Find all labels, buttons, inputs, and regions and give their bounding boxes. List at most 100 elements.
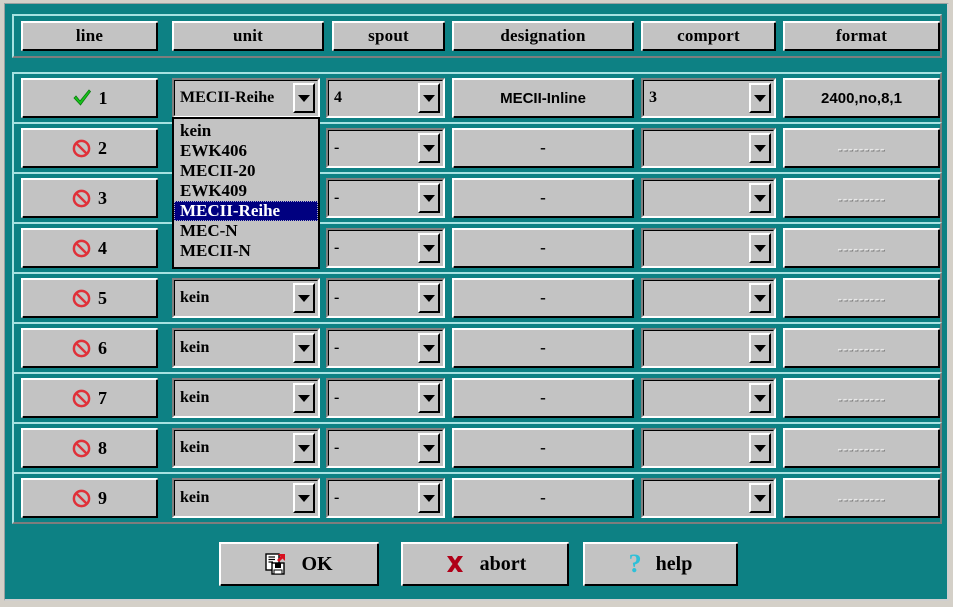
chevron-down-icon[interactable] — [293, 83, 315, 113]
designation-field-9[interactable]: - — [452, 478, 634, 518]
unit-dropdown-option[interactable]: MECII-Reihe — [174, 201, 318, 221]
format-field-4[interactable]: --------- — [783, 228, 940, 268]
spout-combo-9[interactable]: - — [326, 478, 445, 518]
designation-field-3[interactable]: - — [452, 178, 634, 218]
chevron-down-icon[interactable] — [418, 433, 440, 463]
chevron-down-icon[interactable] — [749, 233, 771, 263]
column-header-designation[interactable]: designation — [452, 21, 634, 51]
question-mark-icon: ? — [628, 549, 642, 578]
comport-combo-1[interactable]: 3 — [641, 78, 776, 118]
comport-combo-3[interactable] — [641, 178, 776, 218]
designation-field-7[interactable]: - — [452, 378, 634, 418]
chevron-down-icon[interactable] — [749, 433, 771, 463]
spout-combo-3[interactable]: - — [326, 178, 445, 218]
designation-field-1[interactable]: MECII-Inline — [452, 78, 634, 118]
format-value: --------- — [837, 190, 886, 206]
comport-combo-5[interactable] — [641, 278, 776, 318]
row-line-number: 1 — [98, 87, 108, 108]
chevron-down-icon[interactable] — [418, 483, 440, 513]
designation-value: - — [540, 338, 546, 357]
unit-combo-6[interactable]: kein — [172, 328, 320, 368]
column-header-format[interactable]: format — [783, 21, 940, 51]
chevron-down-icon[interactable] — [418, 383, 440, 413]
comport-combo-9[interactable] — [641, 478, 776, 518]
designation-field-4[interactable]: - — [452, 228, 634, 268]
format-field-3[interactable]: --------- — [783, 178, 940, 218]
unit-dropdown-option[interactable]: kein — [174, 121, 318, 141]
chevron-down-icon[interactable] — [418, 333, 440, 363]
chevron-down-icon[interactable] — [293, 483, 315, 513]
chevron-down-icon[interactable] — [418, 83, 440, 113]
unit-combo-5[interactable]: kein — [172, 278, 320, 318]
spout-combo-5[interactable]: - — [326, 278, 445, 318]
row-status-button-9[interactable]: 9 — [21, 478, 158, 518]
chevron-down-icon[interactable] — [749, 183, 771, 213]
chevron-down-icon[interactable] — [749, 83, 771, 113]
unit-combo-8[interactable]: kein — [172, 428, 320, 468]
unit-dropdown-option[interactable]: EWK406 — [174, 141, 318, 161]
designation-field-5[interactable]: - — [452, 278, 634, 318]
unit-combo-9[interactable]: kein — [172, 478, 320, 518]
designation-field-2[interactable]: - — [452, 128, 634, 168]
help-button[interactable]: ? help — [583, 542, 738, 586]
chevron-down-icon[interactable] — [293, 283, 315, 313]
unit-combo-value: kein — [180, 389, 210, 406]
spout-combo-4[interactable]: - — [326, 228, 445, 268]
chevron-down-icon[interactable] — [749, 283, 771, 313]
unit-combo-1[interactable]: MECII-Reihe — [172, 78, 320, 118]
chevron-down-icon[interactable] — [749, 483, 771, 513]
column-header-spout[interactable]: spout — [332, 21, 445, 51]
unit-dropdown-option[interactable]: MECII-N — [174, 241, 318, 261]
chevron-down-icon[interactable] — [418, 183, 440, 213]
unit-dropdown-option[interactable]: EWK409 — [174, 181, 318, 201]
spout-combo-1[interactable]: 4 — [326, 78, 445, 118]
format-field-1[interactable]: 2400,no,8,1 — [783, 78, 940, 118]
row-status-button-8[interactable]: 8 — [21, 428, 158, 468]
chevron-down-icon[interactable] — [749, 383, 771, 413]
row-status-button-3[interactable]: 3 — [21, 178, 158, 218]
designation-field-8[interactable]: - — [452, 428, 634, 468]
column-header-comport-label: comport — [677, 26, 740, 45]
spout-combo-2[interactable]: - — [326, 128, 445, 168]
designation-field-6[interactable]: - — [452, 328, 634, 368]
chevron-down-icon[interactable] — [418, 233, 440, 263]
unit-dropdown-option[interactable]: MEC-N — [174, 221, 318, 241]
column-header-line[interactable]: line — [21, 21, 158, 51]
comport-combo-6[interactable] — [641, 328, 776, 368]
row-status-button-1[interactable]: 1 — [21, 78, 158, 118]
chevron-down-icon[interactable] — [749, 133, 771, 163]
spout-combo-value: - — [334, 189, 340, 206]
comport-combo-4[interactable] — [641, 228, 776, 268]
abort-button[interactable]: abort — [401, 542, 569, 586]
row-status-button-5[interactable]: 5 — [21, 278, 158, 318]
format-field-9[interactable]: --------- — [783, 478, 940, 518]
spout-combo-6[interactable]: - — [326, 328, 445, 368]
unit-combo-7[interactable]: kein — [172, 378, 320, 418]
row-status-button-4[interactable]: 4 — [21, 228, 158, 268]
unit-dropdown-list[interactable]: kein EWK406 MECII-20 EWK409 MECII-Reihe MEC-N… — [172, 117, 320, 269]
chevron-down-icon[interactable] — [293, 433, 315, 463]
column-header-comport[interactable]: comport — [641, 21, 776, 51]
spout-combo-8[interactable]: - — [326, 428, 445, 468]
chevron-down-icon[interactable] — [293, 383, 315, 413]
ok-button[interactable]: OK — [219, 542, 379, 586]
unit-dropdown-option[interactable]: MECII-20 — [174, 161, 318, 181]
chevron-down-icon[interactable] — [418, 133, 440, 163]
format-field-6[interactable]: --------- — [783, 328, 940, 368]
column-header-unit[interactable]: unit — [172, 21, 324, 51]
spout-combo-7[interactable]: - — [326, 378, 445, 418]
format-field-7[interactable]: --------- — [783, 378, 940, 418]
comport-combo-8[interactable] — [641, 428, 776, 468]
comport-combo-2[interactable] — [641, 128, 776, 168]
chevron-down-icon[interactable] — [293, 333, 315, 363]
designation-value: - — [540, 388, 546, 407]
row-status-button-6[interactable]: 6 — [21, 328, 158, 368]
format-field-5[interactable]: --------- — [783, 278, 940, 318]
chevron-down-icon[interactable] — [749, 333, 771, 363]
row-status-button-7[interactable]: 7 — [21, 378, 158, 418]
comport-combo-7[interactable] — [641, 378, 776, 418]
chevron-down-icon[interactable] — [418, 283, 440, 313]
row-status-button-2[interactable]: 2 — [21, 128, 158, 168]
format-field-2[interactable]: --------- — [783, 128, 940, 168]
format-field-8[interactable]: --------- — [783, 428, 940, 468]
